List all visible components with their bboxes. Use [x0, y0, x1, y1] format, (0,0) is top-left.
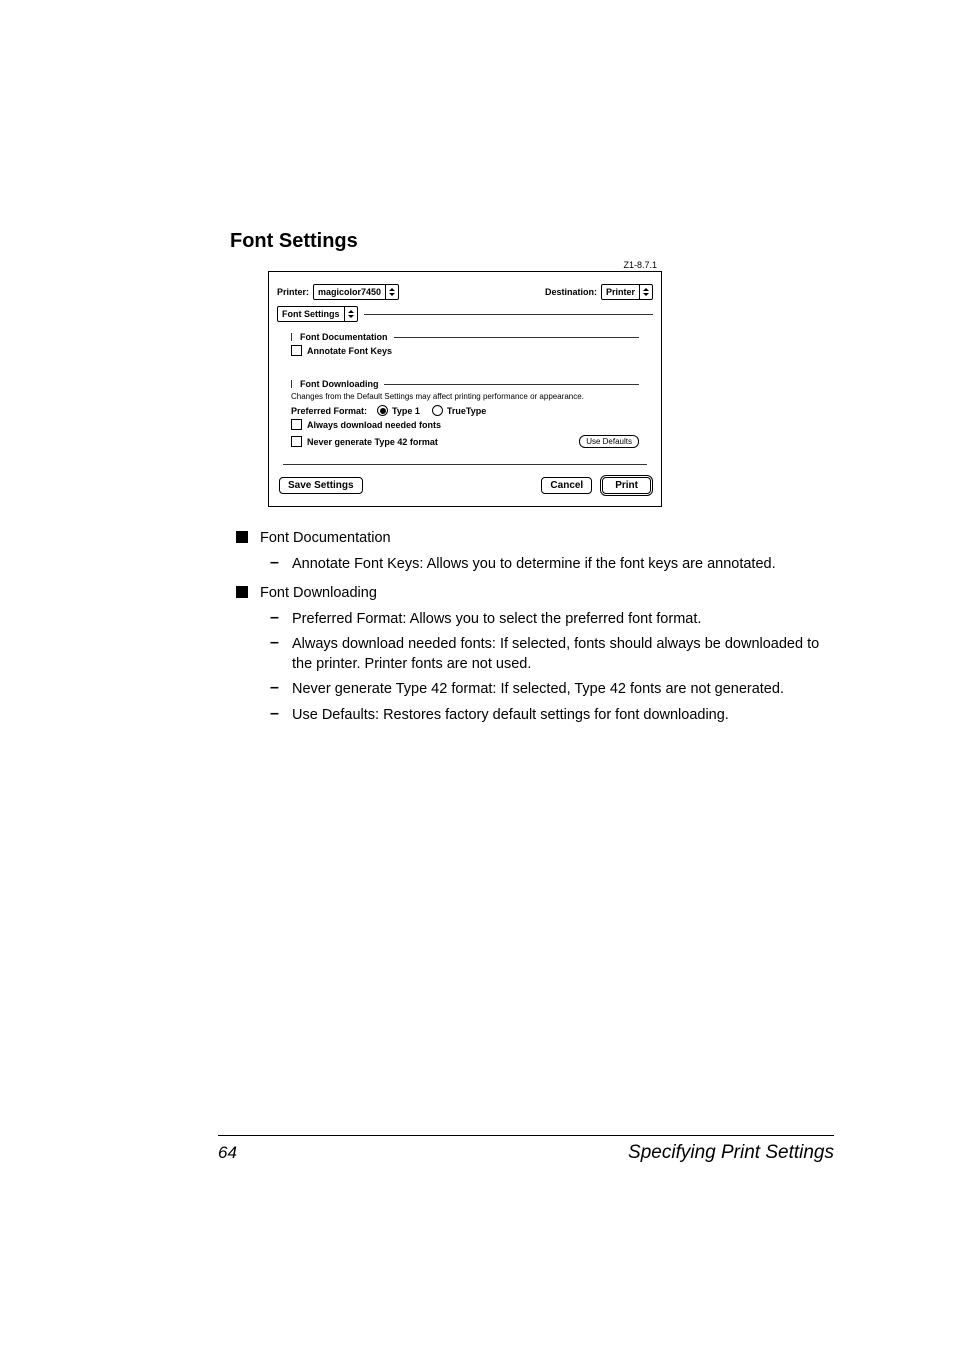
checkbox-annotate-font-keys[interactable] — [291, 345, 302, 356]
dash-bullet-icon: – — [270, 635, 280, 674]
group-font-documentation: Font Documentation Annotate Font Keys — [283, 326, 647, 367]
destination-select[interactable]: Printer — [601, 284, 653, 300]
checkbox-never-type42[interactable] — [291, 436, 302, 447]
radio-truetype-label: TrueType — [447, 406, 486, 416]
dash-bullet-icon: – — [270, 706, 280, 726]
spinner-icon — [639, 285, 652, 299]
print-dialog: Z1-8.7.1 Printer: magicolor7450 Destinat… — [268, 271, 662, 507]
list-item: – Preferred Format: Allows you to select… — [270, 610, 834, 630]
footer-rule — [218, 1135, 834, 1136]
destination-label: Destination: — [545, 287, 597, 297]
printer-select[interactable]: magicolor7450 — [313, 284, 399, 300]
square-bullet-icon — [236, 586, 248, 598]
checkbox-label: Always download needed fonts — [307, 420, 441, 430]
preferred-format-label: Preferred Format: — [291, 406, 367, 416]
group-title: Font Documentation — [300, 332, 388, 342]
list-item: – Never generate Type 42 format: If sele… — [270, 680, 834, 700]
section-heading: Font Settings — [230, 230, 834, 253]
radio-type1-label: Type 1 — [392, 406, 420, 416]
list-item: – Annotate Font Keys: Allows you to dete… — [270, 555, 834, 575]
group-font-downloading: Font Downloading Changes from the Defaul… — [283, 373, 647, 458]
footer-title: Specifying Print Settings — [628, 1142, 834, 1164]
use-defaults-button[interactable]: Use Defaults — [579, 435, 639, 448]
printer-label: Printer: — [277, 287, 309, 297]
destination-select-value: Printer — [606, 287, 639, 297]
radio-truetype[interactable] — [432, 405, 443, 416]
list-item: Font Documentation — [230, 529, 834, 549]
description-body: Font Documentation – Annotate Font Keys:… — [230, 529, 834, 726]
panel-select[interactable]: Font Settings — [277, 306, 358, 322]
group-note: Changes from the Default Settings may af… — [291, 392, 639, 401]
panel-select-value: Font Settings — [282, 309, 344, 319]
dash-bullet-icon: – — [270, 680, 280, 700]
cancel-button[interactable]: Cancel — [541, 477, 592, 494]
page-number: 64 — [218, 1143, 237, 1163]
list-item: – Use Defaults: Restores factory default… — [270, 706, 834, 726]
list-item: – Always download needed fonts: If selec… — [270, 635, 834, 674]
dash-bullet-icon: – — [270, 555, 280, 575]
dash-bullet-icon: – — [270, 610, 280, 630]
list-item: Font Downloading — [230, 584, 834, 604]
spinner-icon — [385, 285, 398, 299]
checkbox-always-download[interactable] — [291, 419, 302, 430]
printer-select-value: magicolor7450 — [318, 287, 385, 297]
checkbox-label: Never generate Type 42 format — [307, 437, 438, 447]
dialog-version: Z1-8.7.1 — [623, 260, 657, 270]
square-bullet-icon — [236, 531, 248, 543]
checkbox-label: Annotate Font Keys — [307, 346, 392, 356]
group-title: Font Downloading — [300, 379, 378, 389]
save-settings-button[interactable]: Save Settings — [279, 477, 363, 494]
radio-type1[interactable] — [377, 405, 388, 416]
print-button[interactable]: Print — [602, 477, 651, 494]
spinner-icon — [344, 307, 357, 321]
